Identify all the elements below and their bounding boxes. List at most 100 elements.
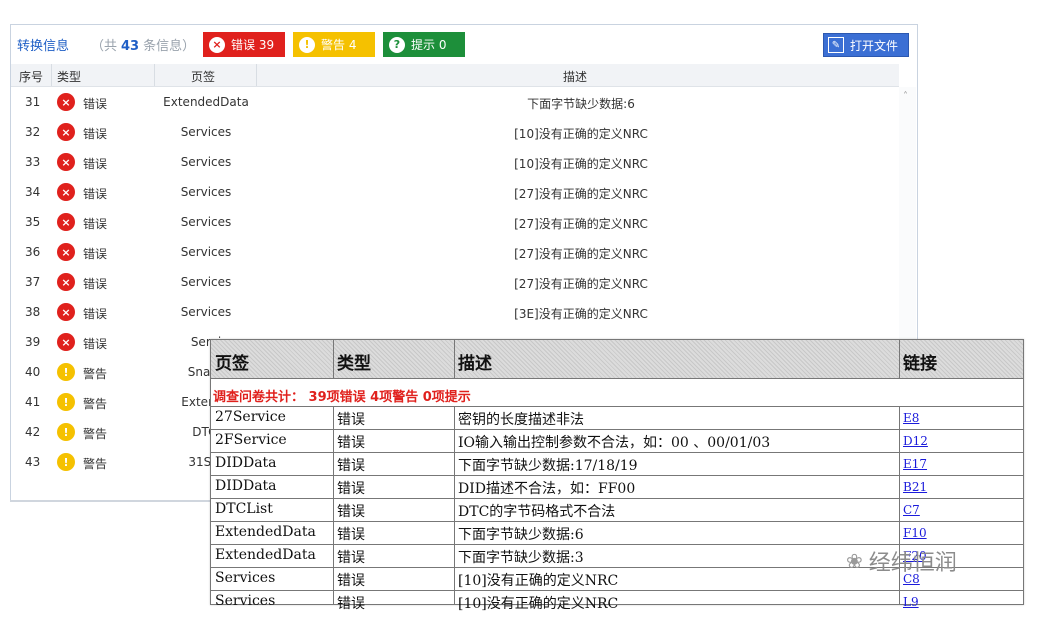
error-icon: × (57, 213, 75, 231)
report-type: 错误 (337, 527, 365, 543)
report-description: [10]没有正确的定义NRC (458, 573, 619, 589)
row-page: ExtendedData (163, 95, 249, 109)
open-file-label: 打开文件 (850, 38, 899, 53)
row-page: Services (180, 245, 232, 259)
report-cell-link[interactable]: F10 (903, 526, 927, 540)
watermark-text: 经纬恒润 (868, 551, 957, 576)
error-filter-button[interactable]: × 错误 39 (203, 32, 285, 57)
table-row[interactable]: 31 × 错误 ExtendedData 下面字节缺少数据:6 (11, 87, 899, 117)
info-icon: ? (389, 36, 405, 53)
row-description: [10]没有正确的定义NRC (514, 127, 648, 141)
table-row[interactable]: 37 × 错误 Services [27]没有正确的定义NRC (11, 267, 899, 297)
table-header: 序号 类型 页签 描述 (11, 64, 899, 87)
table-row[interactable]: 33 × 错误 Services [10]没有正确的定义NRC (11, 147, 899, 177)
row-page: Services (180, 215, 232, 229)
report-summary: 调查问卷共计： 39项错误 4项警告 0项提示 (213, 390, 471, 405)
warning-filter-button[interactable]: ! 警告 4 (293, 32, 375, 57)
report-cell-link[interactable]: C7 (903, 503, 920, 517)
info-count-label: 提示 0 (411, 38, 447, 52)
watermark: ❀ 经纬恒润 (846, 545, 957, 577)
row-description: [27]没有正确的定义NRC (514, 187, 648, 201)
report-page: Services (215, 593, 276, 609)
report-type: 错误 (337, 435, 365, 451)
warning-icon: ! (57, 363, 75, 381)
row-number: 39 (25, 335, 41, 349)
row-number: 38 (25, 305, 41, 319)
report-description: DTC的字节码格式不合法 (458, 504, 616, 520)
row-number: 37 (25, 275, 41, 289)
row-description: [10]没有正确的定义NRC (514, 157, 648, 171)
column-header-type[interactable]: 类型 (57, 68, 81, 85)
row-number: 36 (25, 245, 41, 259)
report-page: DIDData (215, 455, 277, 471)
warning-icon: ! (57, 423, 75, 441)
row-description: [27]没有正确的定义NRC (514, 247, 648, 261)
row-number: 33 (25, 155, 41, 169)
toolbar: 转换信息 （共 43 条信息） × 错误 39 ! 警告 4 ? 提示 0 ✎ 打开… (11, 25, 917, 63)
warning-icon: ! (299, 36, 315, 53)
row-type: 警告 (83, 397, 108, 411)
wechat-icon: ❀ (846, 549, 863, 573)
table-row[interactable]: 35 × 错误 Services [27]没有正确的定义NRC (11, 207, 899, 237)
table-row[interactable]: 34 × 错误 Services [27]没有正确的定义NRC (11, 177, 899, 207)
info-filter-button[interactable]: ? 提示 0 (383, 32, 465, 57)
row-description: [3E]没有正确的定义NRC (514, 307, 648, 321)
row-page: Services (180, 185, 232, 199)
panel-bottom-edge (10, 500, 220, 502)
row-type: 警告 (83, 457, 108, 471)
error-icon: × (57, 153, 75, 171)
report-cell-link[interactable]: L9 (903, 595, 919, 609)
error-icon: × (57, 273, 75, 291)
row-type: 错误 (83, 187, 108, 201)
error-count-label: 错误 39 (231, 38, 275, 52)
report-column-page: 页签 (215, 354, 249, 374)
row-type: 错误 (83, 337, 108, 351)
open-file-button[interactable]: ✎ 打开文件 (823, 33, 909, 57)
error-icon: × (57, 93, 75, 111)
scroll-up-icon[interactable]: ˄ (903, 91, 908, 102)
table-row[interactable]: 36 × 错误 Services [27]没有正确的定义NRC (11, 237, 899, 267)
warning-icon: ! (57, 453, 75, 471)
row-number: 41 (25, 395, 41, 409)
column-header-no[interactable]: 序号 (19, 68, 43, 85)
warning-count-label: 警告 4 (321, 38, 357, 52)
error-icon: × (57, 123, 75, 141)
report-description: 密钥的长度描述非法 (458, 412, 584, 428)
row-type: 错误 (83, 307, 108, 321)
error-icon: × (57, 333, 75, 351)
row-type: 错误 (83, 277, 108, 291)
row-description: [27]没有正确的定义NRC (514, 217, 648, 231)
row-number: 43 (25, 455, 41, 469)
report-column-link: 链接 (903, 354, 937, 374)
row-number: 32 (25, 125, 41, 139)
column-header-page[interactable]: 页签 (191, 68, 215, 85)
row-number: 34 (25, 185, 41, 199)
report-page: 27Service (215, 409, 286, 425)
report-description: 下面字节缺少数据:3 (458, 550, 584, 566)
report-page: ExtendedData (215, 547, 316, 563)
row-page: Services (180, 305, 232, 319)
report-type: 错误 (337, 458, 365, 474)
edit-icon: ✎ (828, 37, 844, 53)
row-number: 40 (25, 365, 41, 379)
report-cell-link[interactable]: D12 (903, 434, 928, 448)
panel-title: 转换信息 (17, 39, 70, 54)
row-page: Services (180, 275, 232, 289)
row-type: 错误 (83, 127, 108, 141)
report-cell-link[interactable]: E17 (903, 457, 927, 471)
report-page: ExtendedData (215, 524, 316, 540)
error-icon: × (57, 303, 75, 321)
error-icon: × (209, 36, 225, 53)
report-cell-link[interactable]: E8 (903, 411, 919, 425)
row-description: 下面字节缺少数据:6 (527, 97, 635, 111)
report-cell-link[interactable]: B21 (903, 480, 927, 494)
table-row[interactable]: 38 × 错误 Services [3E]没有正确的定义NRC (11, 297, 899, 327)
column-header-desc[interactable]: 描述 (563, 68, 587, 85)
row-type: 错误 (83, 217, 108, 231)
report-page: 2FService (215, 432, 287, 448)
table-row[interactable]: 32 × 错误 Services [10]没有正确的定义NRC (11, 117, 899, 147)
report-type: 错误 (337, 504, 365, 520)
row-number: 42 (25, 425, 41, 439)
report-description: 下面字节缺少数据:17/18/19 (458, 458, 638, 474)
report-page: Services (215, 570, 276, 586)
